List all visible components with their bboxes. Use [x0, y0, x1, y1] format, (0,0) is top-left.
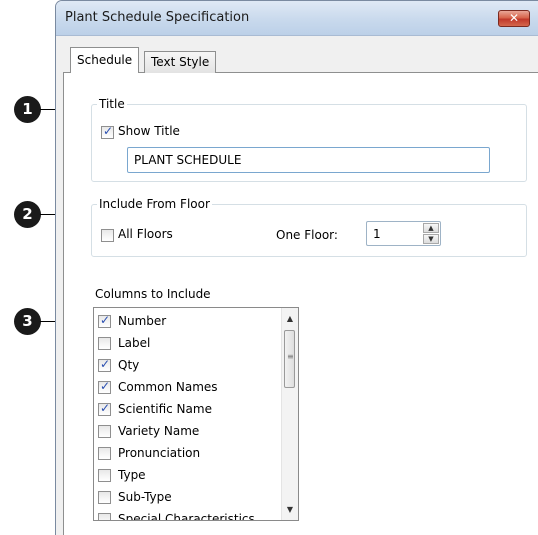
title-bar: Plant Schedule Specification ✕: [56, 1, 538, 36]
schedule-tab-panel: Title Show Title PLANT SCHEDULE Include …: [63, 72, 538, 535]
spin-down-icon: ▼: [428, 235, 434, 243]
title-group-label: Title: [97, 97, 127, 111]
one-floor-spin-buttons: ▲ ▼: [423, 223, 439, 244]
column-label: Special Characteristics: [118, 512, 255, 521]
tab-schedule[interactable]: Schedule: [70, 47, 140, 73]
title-group: Title Show Title PLANT SCHEDULE: [91, 97, 527, 182]
all-floors-checkbox[interactable]: [101, 229, 114, 242]
list-item[interactable]: Number: [94, 311, 282, 333]
column-label: Scientific Name: [118, 402, 212, 416]
scroll-up-icon: ▲: [286, 314, 294, 323]
callout-1: 1: [14, 96, 41, 123]
floor-group-label: Include From Floor: [97, 197, 212, 211]
column-checkbox[interactable]: [98, 337, 111, 350]
list-item[interactable]: Special Characteristics: [94, 509, 282, 521]
column-label: Type: [118, 468, 146, 482]
title-input[interactable]: PLANT SCHEDULE: [127, 147, 490, 173]
list-item[interactable]: Scientific Name: [94, 399, 282, 421]
include-from-floor-group: Include From Floor All Floors One Floor:…: [91, 197, 527, 257]
list-item[interactable]: Variety Name: [94, 421, 282, 443]
scroll-up-button[interactable]: ▲: [282, 310, 298, 327]
one-floor-value: 1: [373, 227, 381, 241]
grip-icon: ≡: [287, 352, 294, 361]
close-icon: ✕: [508, 11, 520, 25]
list-item[interactable]: Label: [94, 333, 282, 355]
column-label: Sub-Type: [118, 490, 172, 504]
list-item[interactable]: Pronunciation: [94, 443, 282, 465]
column-checkbox[interactable]: [98, 447, 111, 460]
column-label: Pronunciation: [118, 446, 201, 460]
tab-text-style[interactable]: Text Style: [144, 51, 217, 73]
one-floor-spinner[interactable]: 1 ▲ ▼: [366, 221, 441, 246]
dialog-title: Plant Schedule Specification: [65, 10, 250, 25]
one-floor-label: One Floor:: [276, 228, 338, 242]
spin-down-button[interactable]: ▼: [423, 234, 439, 244]
column-checkbox[interactable]: [98, 491, 111, 504]
columns-label: Columns to Include: [95, 287, 211, 301]
column-label: Variety Name: [118, 424, 200, 438]
callout-3: 3: [14, 308, 41, 335]
column-label: Label: [118, 336, 151, 350]
column-checkbox[interactable]: [98, 469, 111, 482]
list-item[interactable]: Type: [94, 465, 282, 487]
column-checkbox[interactable]: [98, 401, 111, 416]
spin-up-icon: ▲: [428, 224, 434, 232]
column-checkbox[interactable]: [98, 425, 111, 438]
list-item[interactable]: Sub-Type: [94, 487, 282, 509]
column-label: Common Names: [118, 380, 218, 394]
callout-2: 2: [14, 201, 41, 228]
column-label: Number: [118, 314, 167, 328]
plant-schedule-dialog: Plant Schedule Specification ✕ Title Sho…: [55, 0, 538, 535]
scroll-thumb[interactable]: ≡: [284, 330, 295, 388]
scroll-down-icon: ▼: [286, 505, 294, 514]
column-checkbox[interactable]: [98, 357, 111, 372]
columns-listbox[interactable]: Number Label Qty Common Names Scientific…: [93, 307, 299, 521]
column-checkbox[interactable]: [98, 313, 111, 328]
column-checkbox[interactable]: [98, 513, 111, 520]
column-checkbox[interactable]: [98, 379, 111, 394]
column-label: Qty: [118, 358, 140, 372]
spin-up-button[interactable]: ▲: [423, 223, 439, 233]
scroll-down-button[interactable]: ▼: [282, 501, 298, 518]
list-item[interactable]: Qty: [94, 355, 282, 377]
show-title-label: Show Title: [118, 124, 180, 138]
show-title-checkbox[interactable]: [101, 124, 114, 139]
all-floors-label: All Floors: [118, 227, 173, 241]
columns-scrollbar[interactable]: ▲ ≡ ▼: [281, 308, 298, 520]
close-button[interactable]: ✕: [498, 10, 530, 27]
list-item[interactable]: Common Names: [94, 377, 282, 399]
